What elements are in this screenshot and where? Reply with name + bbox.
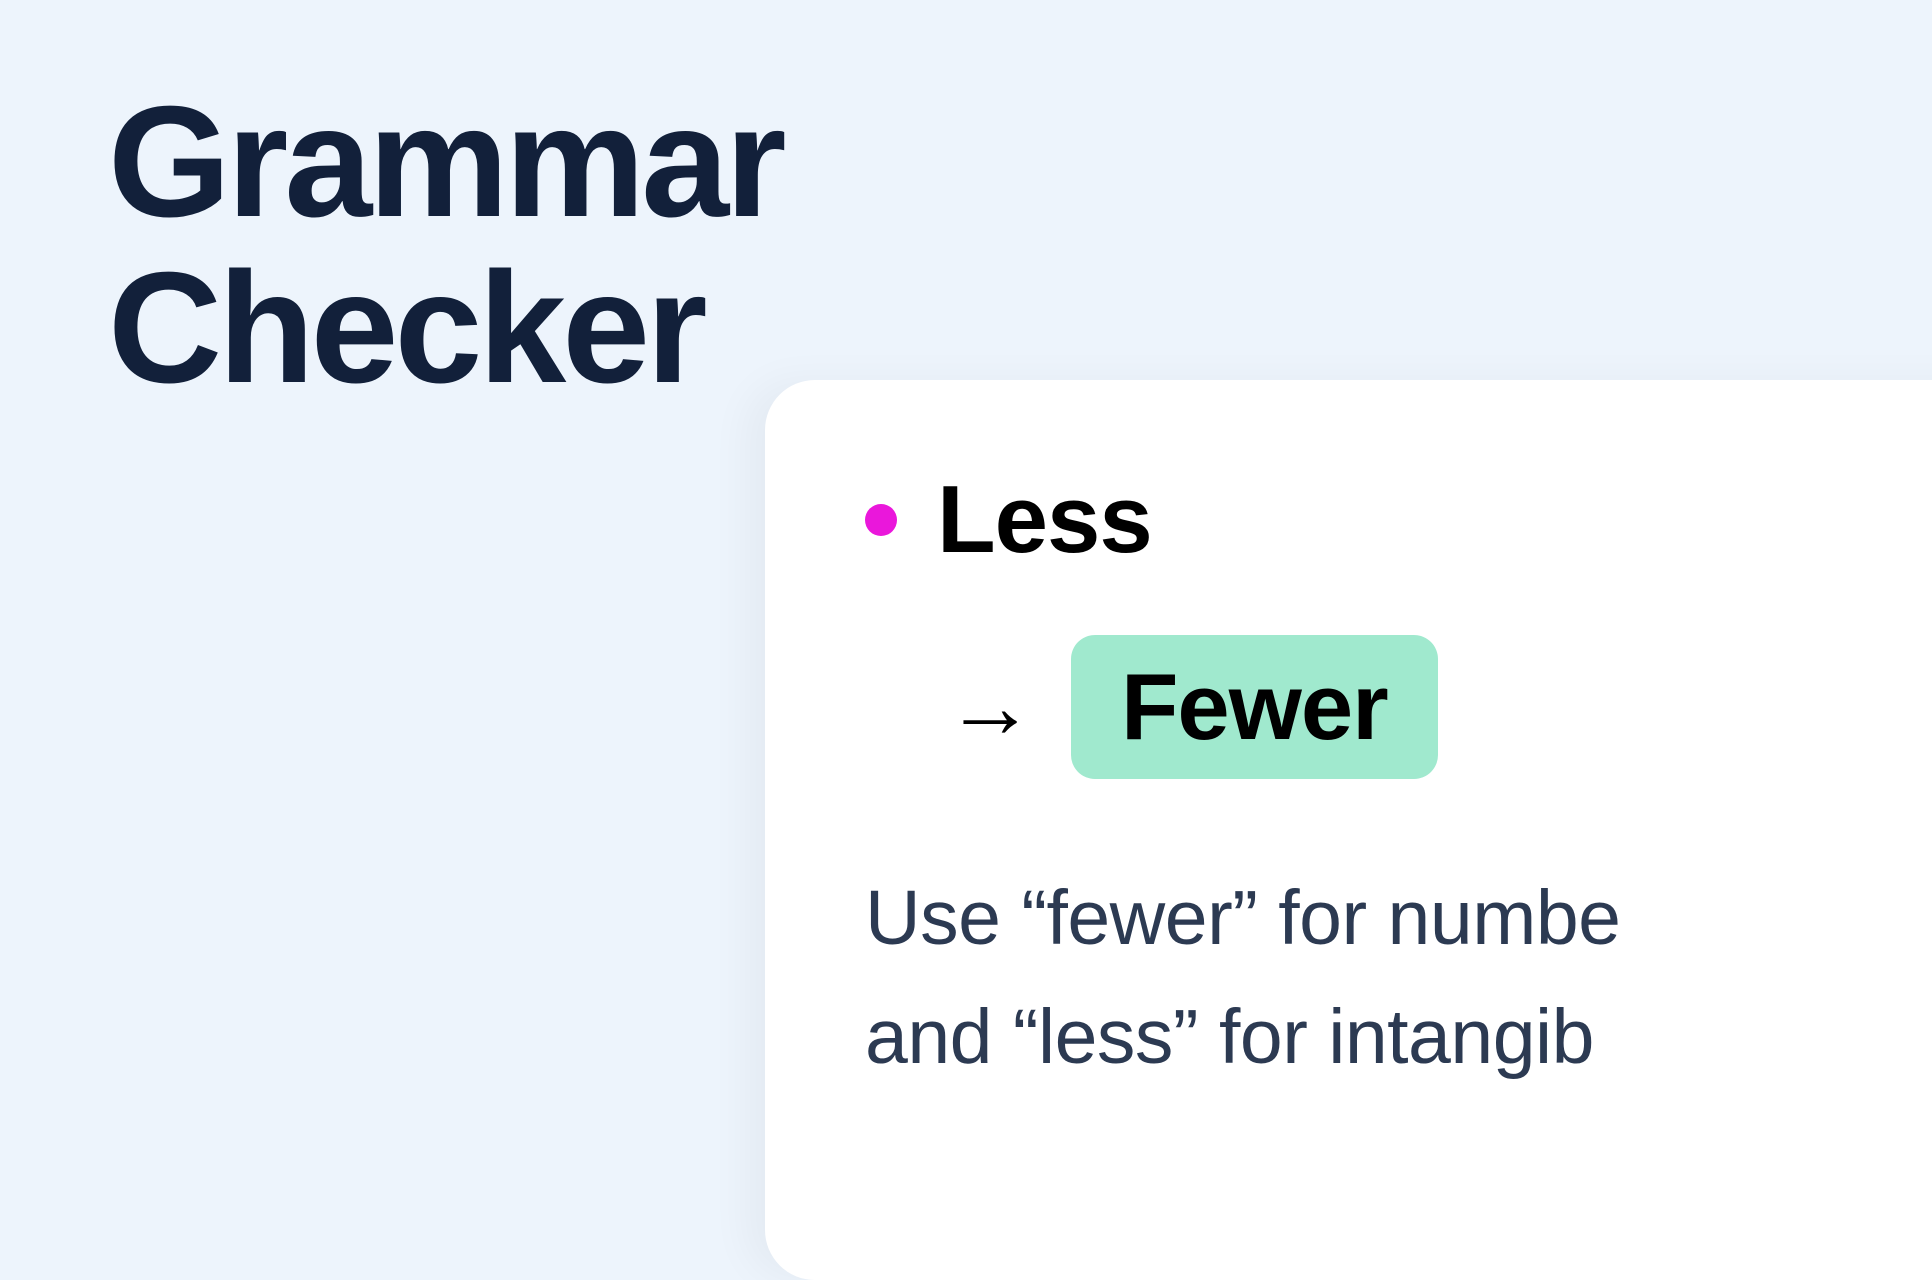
app-title-line2: Checker [108,246,783,412]
explanation-line1: Use “fewer” for numbe [865,859,1932,978]
original-word: Less [937,465,1152,575]
explanation-text: Use “fewer” for numbe and “less” for int… [865,859,1932,1098]
arrow-right-icon: → [945,662,1035,752]
explanation-line2: and “less” for intangib [865,978,1932,1097]
suggestion-row: → Fewer [945,635,1932,779]
suggested-word-button[interactable]: Fewer [1071,635,1438,779]
suggestion-card: Less → Fewer Use “fewer” for numbe and “… [765,380,1932,1280]
app-title: Grammar Checker [108,80,783,412]
app-title-line1: Grammar [108,80,783,246]
dot-icon [865,504,897,536]
suggestion-header: Less [865,465,1932,575]
